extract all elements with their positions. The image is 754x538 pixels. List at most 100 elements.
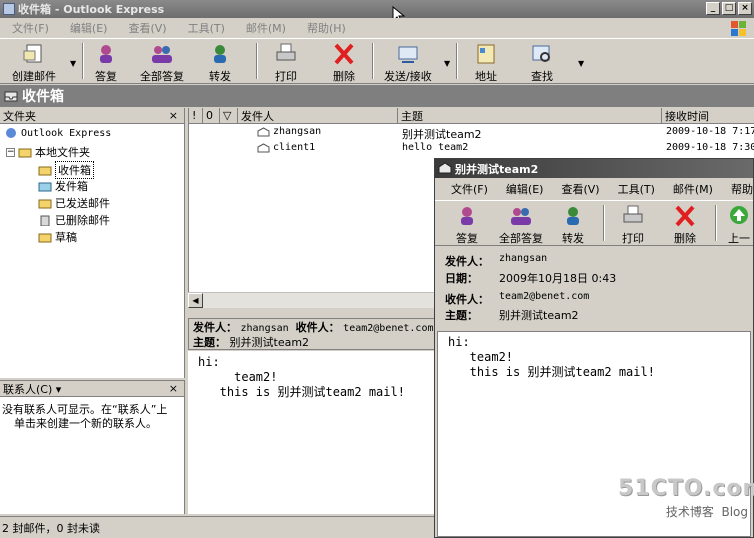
read-mail-icon: [257, 143, 270, 153]
send-receive-dropdown-icon[interactable]: ▼: [444, 59, 450, 68]
forward-button[interactable]: 转发: [208, 43, 232, 84]
send-receive-button[interactable]: 发送/接收: [384, 43, 432, 84]
reply-all-button[interactable]: 全部答复: [140, 43, 184, 84]
contacts-pane-close-icon[interactable]: ×: [169, 382, 178, 395]
mw-reply-all-button[interactable]: 全部答复: [499, 205, 543, 246]
column-priority[interactable]: !: [189, 108, 203, 124]
tree-item-deleted[interactable]: 已删除邮件: [38, 212, 110, 228]
horizontal-scrollbar[interactable]: ◀: [188, 292, 434, 308]
tree-item-label: 草稿: [55, 231, 77, 244]
watermark-brand: 51CTO.com: [618, 476, 754, 501]
create-mail-label: 创建邮件: [12, 70, 56, 83]
delete-button[interactable]: 删除: [332, 43, 356, 84]
send-receive-icon: [398, 46, 418, 63]
mw-previous-label: 上一: [728, 232, 750, 245]
contacts-pane-title[interactable]: 联系人(C) ▾: [3, 381, 61, 397]
status-text: 2 封邮件，0 封未读: [2, 521, 100, 535]
message-window-toolbar: 答复 全部答复 转发 打印 删除 上一: [435, 200, 753, 246]
menu-tools[interactable]: 工具(T): [188, 20, 225, 36]
row-from: client1: [273, 142, 316, 153]
menu-view[interactable]: 查看(V): [128, 20, 166, 36]
table-row[interactable]: client1 hello team2 2009-10-18 7:30: [189, 141, 754, 156]
print-button[interactable]: 打印: [274, 43, 298, 84]
find-dropdown-icon[interactable]: ▼: [578, 59, 584, 68]
create-mail-button[interactable]: 创建邮件: [12, 43, 56, 84]
address-book-icon: [477, 44, 495, 64]
mw-menu-file[interactable]: 文件(F): [451, 181, 488, 197]
current-folder-title: 收件箱: [22, 89, 64, 105]
mw-print-button[interactable]: 打印: [621, 205, 645, 246]
outbox-folder-icon: [38, 182, 52, 192]
column-from[interactable]: 发件人: [238, 108, 398, 124]
mw-print-label: 打印: [622, 232, 644, 245]
tree-item-outbox[interactable]: 发件箱: [38, 178, 88, 194]
mw-menu-edit[interactable]: 编辑(E): [506, 181, 544, 197]
preview-from: zhangsan: [240, 323, 289, 334]
mw-forward-button[interactable]: 转发: [561, 205, 585, 246]
tree-item-sent[interactable]: 已发送邮件: [38, 195, 110, 211]
tree-item-label: 已删除邮件: [55, 214, 110, 227]
preview-subject: 别并测试team2: [229, 336, 310, 349]
contacts-pane-header: 联系人(C) ▾ ×: [0, 381, 184, 397]
mw-delete-button[interactable]: 删除: [673, 205, 697, 246]
tree-item-inbox[interactable]: 收件箱: [38, 161, 94, 179]
reply-icon: [100, 45, 112, 63]
mw-forward-label: 转发: [562, 232, 584, 245]
minimize-button[interactable]: _: [706, 2, 720, 15]
mw-reply-button[interactable]: 答复: [455, 205, 479, 246]
column-attachment[interactable]: 0: [203, 108, 220, 124]
preview-body: hi: team2! this is 别并测试team2 mail!: [188, 351, 434, 514]
mw-menu-help[interactable]: 帮助: [731, 181, 753, 197]
folder-pane-close-icon[interactable]: ×: [169, 109, 178, 122]
printer-icon: [623, 205, 643, 223]
row-from: zhangsan: [273, 126, 322, 137]
reply-icon: [461, 207, 473, 225]
column-subject[interactable]: 主题: [398, 108, 662, 124]
find-icon: [532, 45, 550, 62]
tree-item-drafts[interactable]: 草稿: [38, 229, 77, 245]
collapse-icon[interactable]: −: [6, 147, 15, 157]
forward-label: 转发: [209, 70, 231, 83]
sent-folder-icon: [38, 199, 52, 209]
mw-menu-tools[interactable]: 工具(T): [618, 181, 655, 197]
mw-from: zhangsan: [499, 253, 548, 264]
menu-file[interactable]: 文件(F): [12, 20, 49, 36]
local-folders-icon: [18, 148, 32, 158]
current-folder-bar: 收件箱: [0, 85, 754, 107]
maximize-button[interactable]: □: [722, 2, 736, 15]
preview-from-label: 发件人：: [193, 321, 237, 334]
close-button[interactable]: ×: [738, 2, 752, 15]
tree-item-label: 已发送邮件: [55, 197, 110, 210]
create-mail-dropdown-icon[interactable]: ▼: [70, 59, 76, 68]
find-button[interactable]: 查找: [530, 43, 554, 84]
mw-menu-view[interactable]: 查看(V): [561, 181, 599, 197]
mw-delete-label: 删除: [674, 232, 696, 245]
forward-icon: [567, 207, 579, 225]
window-title: 收件箱 - Outlook Express: [18, 3, 165, 16]
tree-item-outlook-express[interactable]: Outlook Express: [4, 127, 111, 139]
addresses-button[interactable]: 地址: [474, 43, 498, 84]
menu-help[interactable]: 帮助(H): [307, 20, 346, 36]
column-flag[interactable]: ▽: [220, 108, 238, 124]
mw-from-label: 发件人：: [445, 255, 489, 268]
mw-previous-button[interactable]: 上一: [727, 205, 751, 246]
mw-menu-message[interactable]: 邮件(M): [673, 181, 713, 197]
tree-item-local-folders[interactable]: − 本地文件夹: [6, 144, 90, 160]
contacts-empty-text-line2: 单击来创建一个新的联系人。: [14, 417, 157, 430]
menu-bar: 文件(F) 编辑(E) 查看(V) 工具(T) 邮件(M) 帮助(H): [0, 18, 754, 38]
row-subject: hello team2: [402, 142, 469, 153]
message-window-menu: 文件(F) 编辑(E) 查看(V) 工具(T) 邮件(M) 帮助: [435, 179, 753, 199]
reply-button[interactable]: 答复: [94, 43, 118, 84]
envelope-icon: [438, 162, 452, 174]
reply-all-icon: [511, 208, 531, 225]
scroll-left-icon[interactable]: ◀: [188, 293, 203, 308]
mw-to: team2@benet.com: [499, 291, 590, 302]
delete-x-icon: [334, 43, 354, 65]
menu-message[interactable]: 邮件(M): [246, 20, 286, 36]
row-received: 2009-10-18 7:17: [666, 126, 754, 137]
send-receive-label: 发送/接收: [384, 70, 432, 83]
column-received[interactable]: 接收时间: [662, 108, 754, 124]
delete-label: 删除: [333, 70, 355, 83]
menu-edit[interactable]: 编辑(E): [70, 20, 108, 36]
table-row[interactable]: zhangsan 别并测试team2 2009-10-18 7:17: [189, 125, 754, 141]
